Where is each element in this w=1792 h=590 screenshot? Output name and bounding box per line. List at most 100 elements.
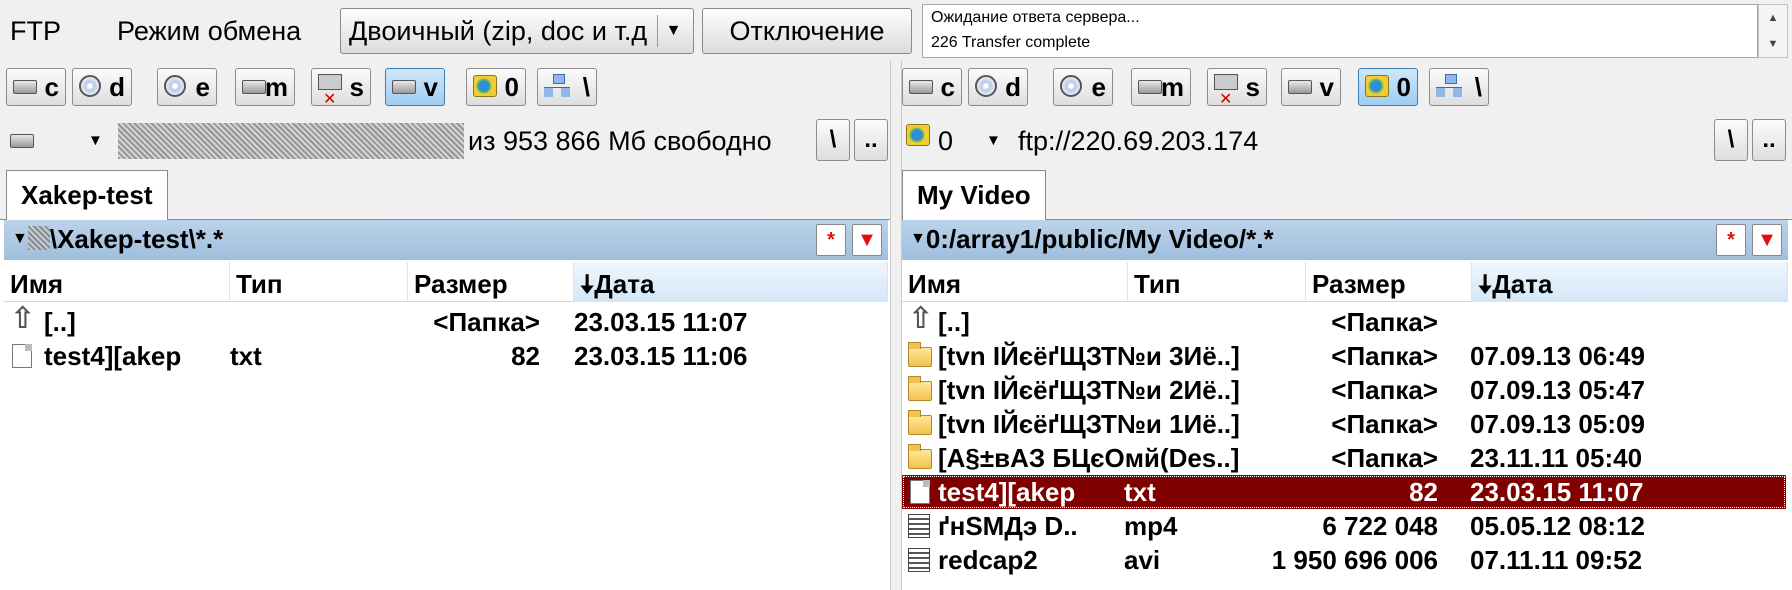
file-size: 1 950 696 006 [1271, 545, 1438, 575]
chevron-down-icon[interactable]: ▼ [12, 220, 28, 258]
cd-icon [164, 75, 186, 97]
parent-dir-button[interactable]: .. [854, 119, 888, 161]
root-dir-button[interactable]: \ [816, 119, 850, 161]
right-drive-button-network[interactable]: \ [1429, 68, 1489, 106]
drive-label: v [423, 72, 438, 102]
chevron-down-icon[interactable]: ▼ [657, 15, 689, 47]
file-date: 23.03.15 11:06 [574, 341, 748, 371]
transfer-mode-value: Двоичный (zip, doc и т.д.) [349, 16, 649, 46]
log-scrollbar[interactable]: ▲ ▼ [1758, 4, 1788, 58]
chevron-down-icon[interactable]: ▼ [88, 118, 103, 164]
chevron-down-icon[interactable]: ▼ [986, 118, 1001, 164]
list-item[interactable]: [A§±вАЗ БЦєОмй(Des..] <Папка> 23.11.11 0… [902, 441, 1788, 475]
right-drive-button-s[interactable]: s [1207, 68, 1267, 117]
right-path-bar: 0 ▼ ftp://220.69.203.174 \ .. [902, 114, 1792, 170]
list-item-selected[interactable]: test4][akep txt 82 23.03.15 11:07 [902, 475, 1786, 509]
scroll-down-icon[interactable]: ▼ [1759, 31, 1787, 57]
list-item[interactable]: [..] <Папка> 23.03.15 11:07 [4, 302, 888, 339]
filter-icon[interactable]: * [1716, 224, 1746, 256]
left-drive-combo[interactable]: ▼ [10, 118, 110, 164]
left-tab-bar: Xakep-test [0, 170, 890, 221]
file-name: test4][akep [44, 341, 182, 371]
drive-label: m [1160, 72, 1184, 102]
column-name[interactable]: Имя [4, 262, 230, 302]
up-icon [908, 302, 933, 336]
filter-icon[interactable]: * [816, 224, 846, 256]
log-line: 226 Transfer complete [931, 34, 1091, 51]
root-dir-button[interactable]: \ [1714, 119, 1748, 161]
column-date[interactable]: 🠇Дата [574, 262, 888, 302]
column-name[interactable]: Имя [902, 262, 1128, 302]
drive-label: d [109, 72, 125, 102]
left-drive-button-v[interactable]: v [385, 68, 445, 106]
redacted-path-segment [27, 226, 50, 250]
right-tab-bar: My Video [902, 170, 1792, 221]
right-drive-button-e[interactable]: e [1053, 68, 1113, 106]
transfer-mode-select[interactable]: Двоичный (zip, doc и т.д.) ▼ [340, 8, 694, 54]
network-tree-icon [544, 74, 572, 98]
list-item[interactable]: redcap2 avi 1 950 696 006 07.11.11 09:52 [902, 543, 1788, 577]
right-drive-button-v[interactable]: v [1281, 68, 1341, 106]
hdd-icon [1138, 80, 1162, 94]
list-item[interactable]: [tvn ІЙєёґЩЗТ№и 3Иё..] <Папка> 07.09.13 … [902, 339, 1788, 373]
file-name: ґнSMДэ D.. [938, 511, 1078, 541]
right-drive-combo[interactable]: 0 ▼ [906, 118, 1006, 164]
left-drive-button-ftp[interactable]: 0 [466, 68, 526, 106]
file-name: test4][akep [938, 477, 1076, 507]
left-drive-button-d[interactable]: d [72, 68, 132, 106]
list-item[interactable]: [..] <Папка> [902, 302, 1788, 339]
column-date-label: Дата [1492, 269, 1553, 299]
hdd-icon [392, 80, 416, 94]
column-date[interactable]: 🠇Дата [1472, 262, 1788, 302]
free-space-label: из 953 866 Мб свободно [468, 126, 772, 156]
column-type[interactable]: Тип [1128, 262, 1306, 302]
history-dropdown-icon[interactable]: ▼ [852, 224, 882, 256]
sort-desc-icon: 🠇 [580, 269, 595, 299]
parent-dir-button[interactable]: .. [1752, 119, 1786, 161]
left-drive-button-m[interactable]: m [235, 68, 295, 106]
right-path-header[interactable]: ▼0:/array1/public/My Video/*.* * ▼ [902, 220, 1788, 260]
file-name: [tvn ІЙєёґЩЗТ№и 2Иё..] [938, 375, 1240, 405]
chevron-down-icon[interactable]: ▼ [910, 220, 926, 258]
disconnect-button[interactable]: Отключение [702, 8, 912, 54]
scroll-up-icon[interactable]: ▲ [1759, 5, 1787, 31]
folder-icon [908, 410, 932, 435]
file-date: 07.11.11 09:52 [1470, 545, 1643, 575]
file-name: [tvn ІЙєёґЩЗТ№и 3Иё..] [938, 341, 1240, 371]
left-drive-button-network[interactable]: \ [537, 68, 597, 106]
column-size[interactable]: Размер [408, 262, 574, 302]
drive-label: \ [1474, 72, 1482, 102]
folder-icon [908, 444, 932, 469]
list-item[interactable]: [tvn ІЙєёґЩЗТ№и 2Иё..] <Папка> 07.09.13 … [902, 373, 1788, 407]
tab-xakep-test[interactable]: Xakep-test [6, 170, 168, 221]
left-file-list: [..] <Папка> 23.03.15 11:07 test4][akep … [4, 302, 888, 590]
hdd-icon [10, 134, 34, 148]
list-item[interactable]: test4][akep txt 82 23.03.15 11:06 [4, 339, 888, 373]
drive-label: 0 [1396, 72, 1411, 102]
right-drive-button-ftp[interactable]: 0 [1358, 68, 1418, 106]
list-item[interactable]: ґнSMДэ D.. mp4 6 722 048 05.05.12 08:12 [902, 509, 1788, 543]
left-path-header[interactable]: ▼ \Xakep-test\*.* * ▼ [4, 220, 888, 260]
file-size: 82 [511, 341, 540, 371]
left-drive-button-e[interactable]: e [157, 68, 217, 106]
right-drive-button-c[interactable]: c [902, 68, 962, 106]
media-file-icon [908, 548, 930, 572]
drive-label: v [1319, 72, 1334, 102]
file-size: 6 722 048 [1322, 511, 1438, 541]
left-drive-button-c[interactable]: c [6, 68, 66, 106]
tab-my-video[interactable]: My Video [902, 170, 1046, 221]
list-item[interactable]: [tvn ІЙєёґЩЗТ№и 1Иё..] <Папка> 07.09.13 … [902, 407, 1788, 441]
file-name: [A§±вАЗ БЦєОмй(Des..] [938, 443, 1240, 473]
file-size: <Папка> [1331, 375, 1438, 405]
panel-splitter[interactable] [890, 60, 902, 590]
file-name: [..] [938, 307, 970, 337]
right-drive-button-d[interactable]: d [968, 68, 1028, 106]
history-dropdown-icon[interactable]: ▼ [1752, 224, 1782, 256]
left-drive-button-s[interactable]: s [311, 68, 371, 117]
column-size[interactable]: Размер [1306, 262, 1472, 302]
drive-label: e [1091, 72, 1106, 102]
column-date-label: Дата [594, 269, 655, 299]
column-type[interactable]: Тип [230, 262, 408, 302]
file-type: txt [230, 341, 262, 371]
right-drive-button-m[interactable]: m [1131, 68, 1191, 106]
